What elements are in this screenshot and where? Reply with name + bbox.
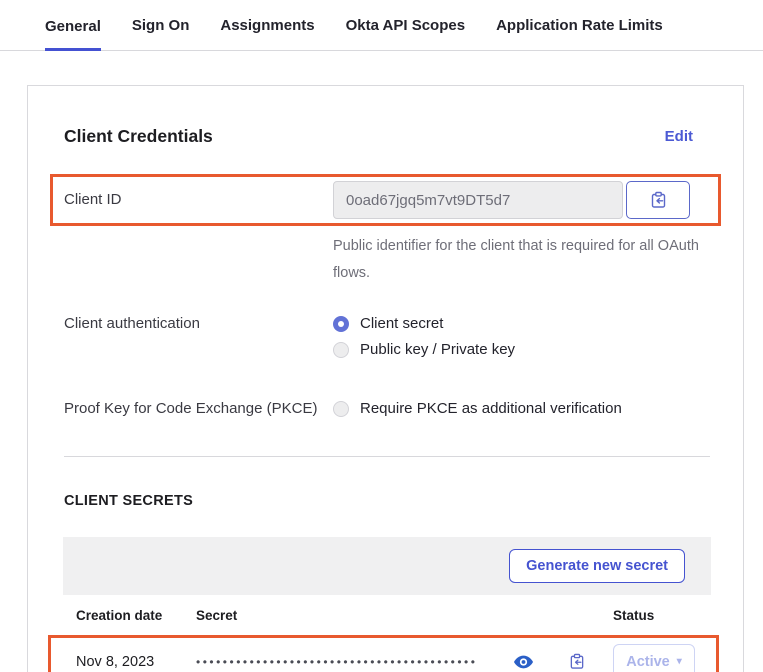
- client-secrets-title: CLIENT SECRETS: [64, 493, 715, 509]
- public-private-key-option[interactable]: Public key / Private key: [333, 341, 515, 358]
- tab-application-rate-limits[interactable]: Application Rate Limits: [496, 17, 663, 50]
- edit-link[interactable]: Edit: [665, 128, 693, 145]
- generate-new-secret-button[interactable]: Generate new secret: [509, 549, 685, 583]
- masked-secret-value: ••••••••••••••••••••••••••••••••••••••••…: [196, 655, 514, 669]
- table-header-row: Creation date Secret Status: [63, 595, 711, 635]
- pkce-option[interactable]: Require PKCE as additional verification: [333, 400, 622, 417]
- client-id-input[interactable]: [333, 181, 623, 219]
- client-id-help-text: Public identifier for the client that is…: [333, 233, 725, 287]
- client-credentials-title: Client Credentials: [64, 126, 213, 147]
- section-divider: [64, 456, 710, 457]
- radio-unselected-icon[interactable]: [333, 342, 349, 358]
- tab-assignments[interactable]: Assignments: [220, 17, 314, 50]
- checkbox-unchecked-icon[interactable]: [333, 401, 349, 417]
- header-creation-date: Creation date: [76, 608, 196, 623]
- client-secret-option[interactable]: Client secret: [333, 315, 515, 332]
- secret-cell: ••••••••••••••••••••••••••••••••••••••••…: [196, 653, 613, 670]
- pkce-label: Proof Key for Code Exchange (PKCE): [64, 400, 333, 426]
- header-secret: Secret: [196, 608, 613, 623]
- tab-general[interactable]: General: [45, 18, 101, 51]
- table-row: Nov 8, 2023 ••••••••••••••••••••••••••••…: [51, 638, 716, 672]
- status-dropdown-button[interactable]: Active ▾: [613, 644, 695, 672]
- table-toolbar: Generate new secret: [63, 537, 711, 595]
- clipboard-copy-icon: [650, 191, 667, 209]
- copy-secret-button[interactable]: [569, 653, 585, 670]
- radio-selected-icon[interactable]: [333, 316, 349, 332]
- header-status: Status: [613, 608, 711, 623]
- clipboard-copy-icon: [569, 653, 585, 670]
- secret-row-highlight-box: Nov 8, 2023 ••••••••••••••••••••••••••••…: [48, 635, 719, 672]
- pkce-option-label: Require PKCE as additional verification: [360, 400, 622, 417]
- client-secret-option-label: Client secret: [360, 315, 443, 332]
- tab-okta-api-scopes[interactable]: Okta API Scopes: [346, 17, 466, 50]
- tab-sign-on[interactable]: Sign On: [132, 17, 190, 50]
- client-secrets-table: Generate new secret Creation date Secret…: [63, 537, 711, 672]
- creation-date-cell: Nov 8, 2023: [76, 654, 196, 670]
- general-settings-card: Client Credentials Edit Client ID: [27, 85, 744, 672]
- public-private-key-option-label: Public key / Private key: [360, 341, 515, 358]
- client-authentication-label: Client authentication: [64, 315, 333, 367]
- reveal-secret-button[interactable]: [514, 655, 533, 669]
- client-id-highlight-box: Client ID: [50, 174, 721, 226]
- status-badge: Active: [626, 654, 670, 670]
- app-tab-bar: General Sign On Assignments Okta API Sco…: [0, 0, 763, 51]
- copy-client-id-button[interactable]: [626, 181, 690, 219]
- chevron-down-icon: ▾: [677, 657, 682, 667]
- client-id-label: Client ID: [64, 181, 333, 219]
- eye-icon: [514, 655, 533, 669]
